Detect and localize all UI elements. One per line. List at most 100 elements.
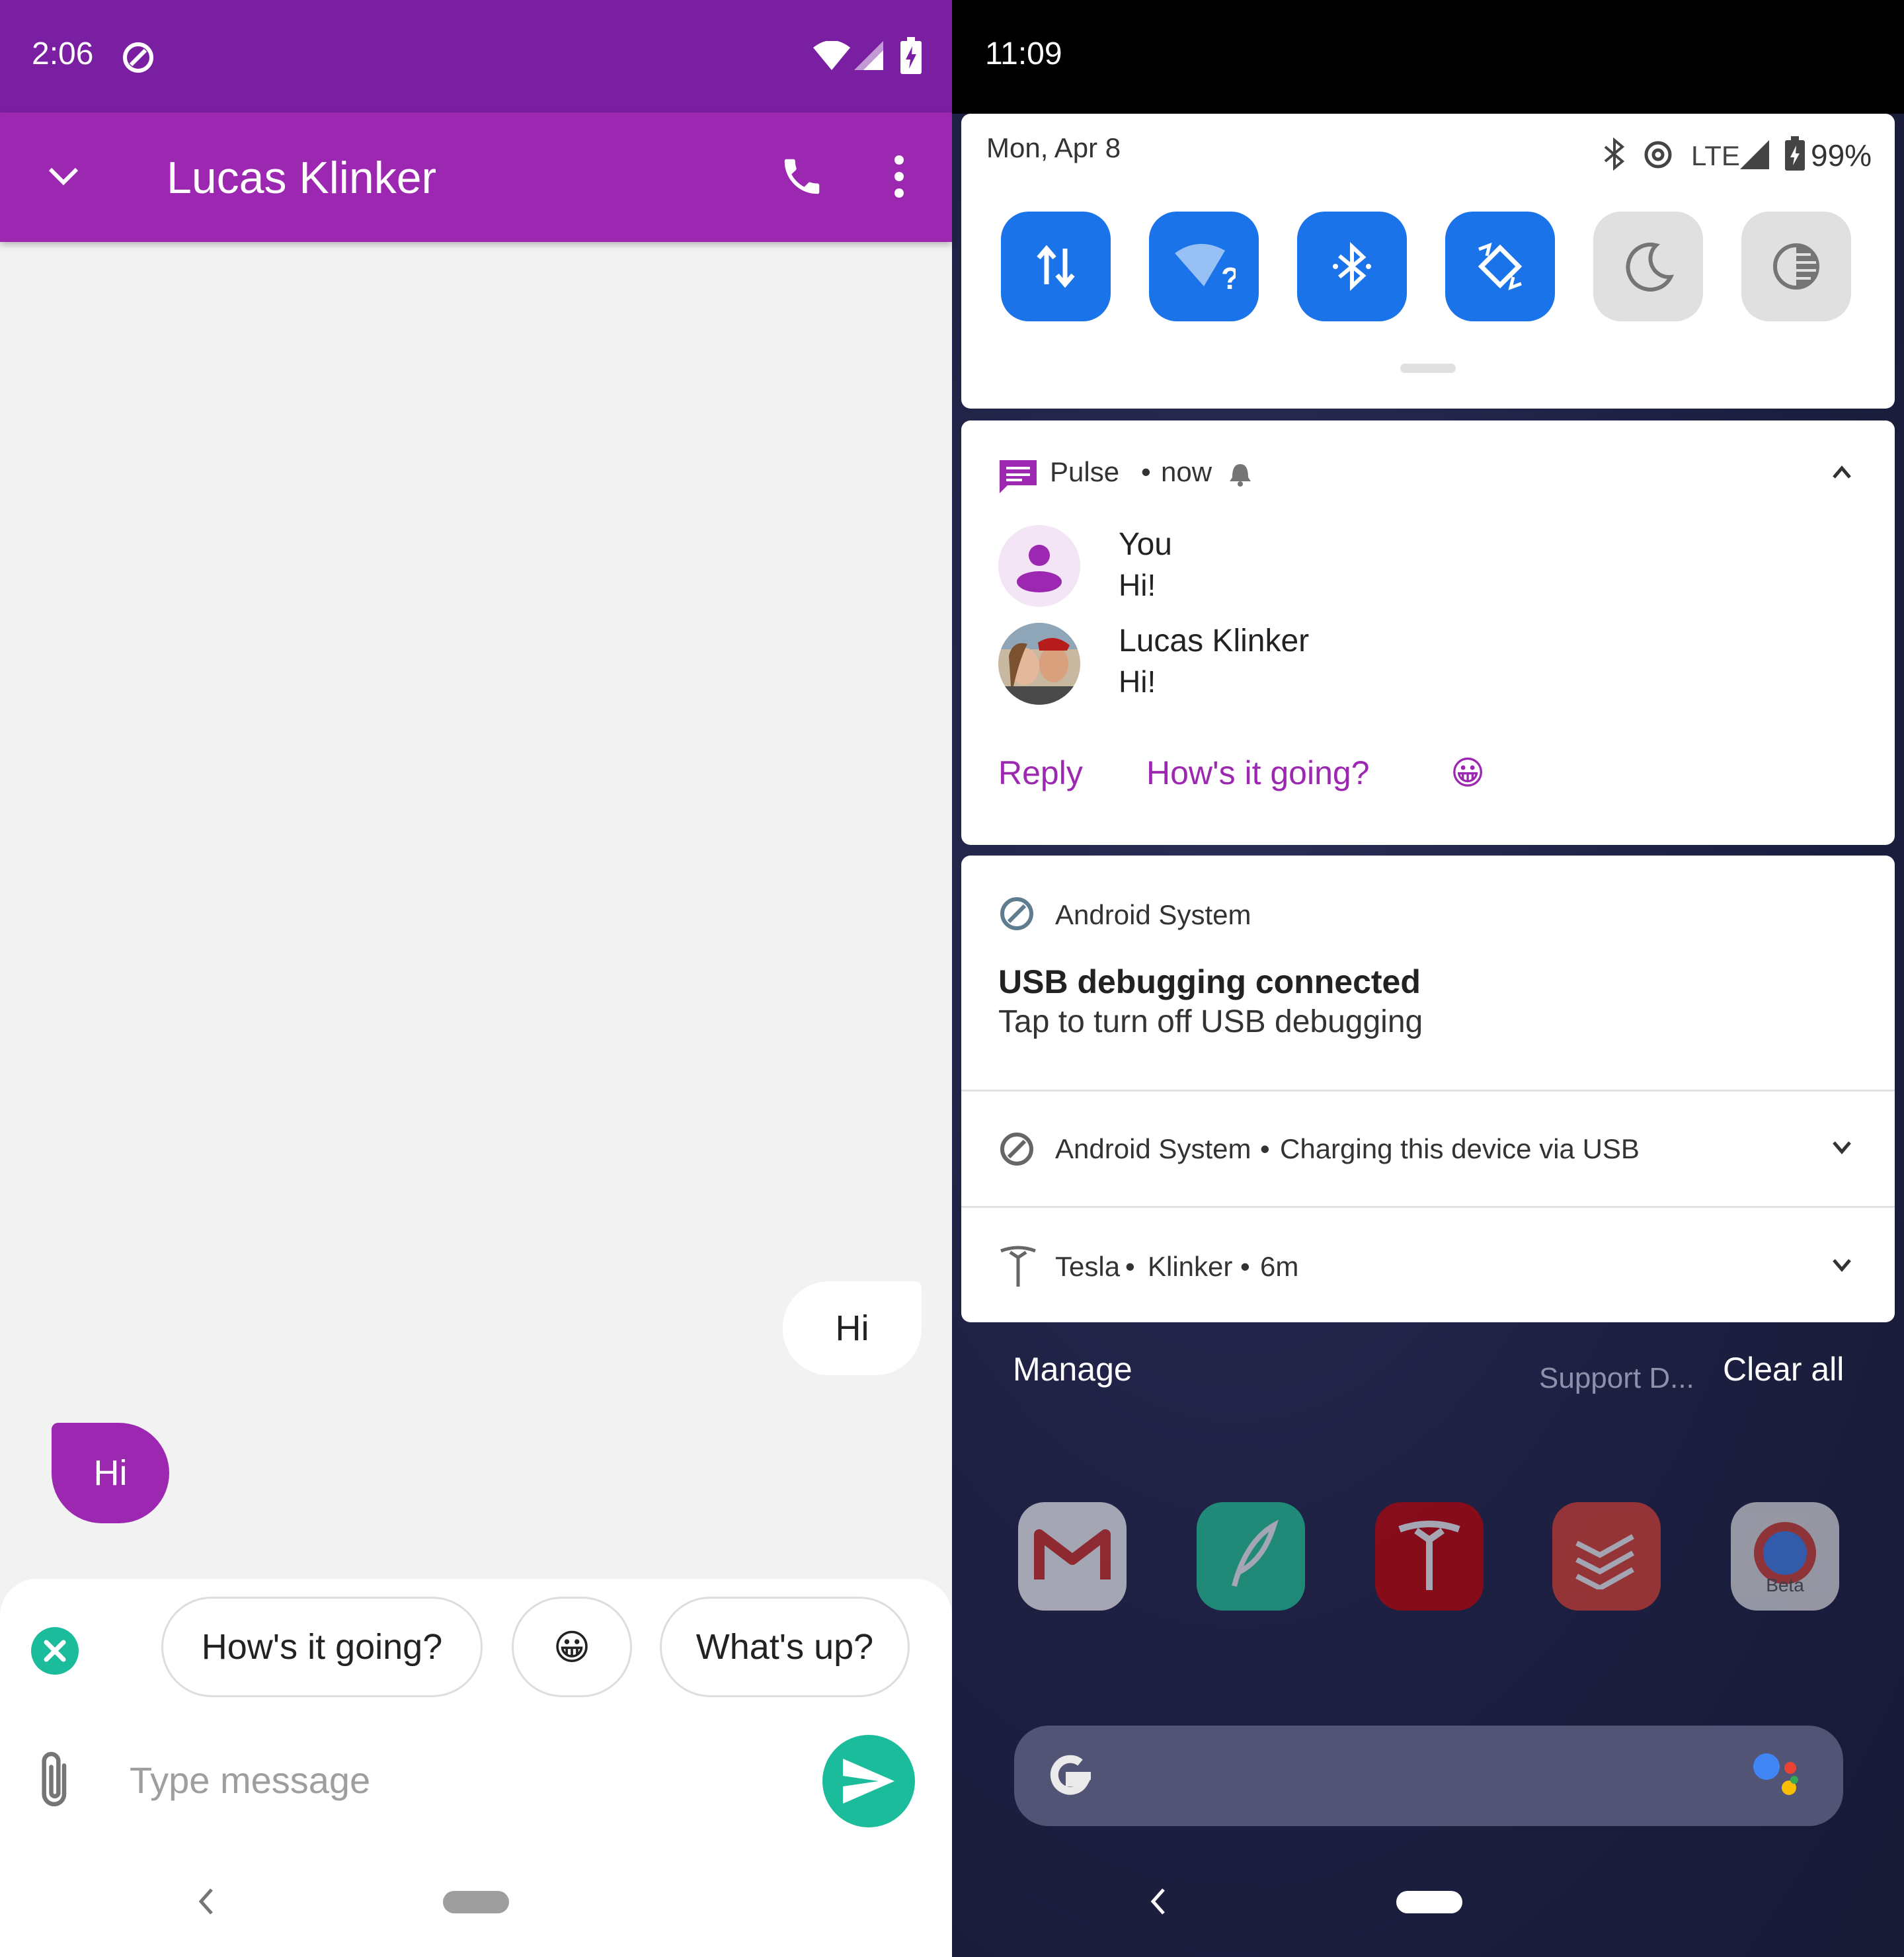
contact-avatar	[998, 623, 1080, 705]
wifi-icon	[813, 41, 850, 70]
notification-app-name: Pulse	[1050, 456, 1120, 487]
data-saver-icon	[1644, 141, 1672, 169]
quick-settings-panel: Mon, Apr 8 LTE 99% ?	[961, 114, 1895, 409]
incoming-message-bubble[interactable]: Hi	[52, 1423, 169, 1523]
data-transfer-icon	[1037, 245, 1075, 288]
clear-all-button[interactable]: Clear all	[1723, 1350, 1844, 1388]
send-icon	[843, 1759, 894, 1804]
chevron-down-icon[interactable]	[1831, 1258, 1852, 1273]
chip-label: How's it going?	[201, 1627, 443, 1667]
google-g-icon	[1050, 1755, 1091, 1795]
qs-tile-invert-colors[interactable]	[1741, 212, 1851, 321]
qs-expand-handle[interactable]	[1400, 364, 1456, 373]
assistant-icon[interactable]	[1752, 1751, 1805, 1801]
notification-title[interactable]: USB debugging connected	[998, 963, 1421, 1001]
notification-divider	[961, 1206, 1895, 1208]
android-system-icon	[1000, 897, 1033, 930]
notification-time: 6m	[1260, 1251, 1299, 1282]
message-sender: You	[1119, 527, 1172, 562]
message-sender: Lucas Klinker	[1119, 623, 1310, 659]
app-bar: Lucas Klinker	[0, 112, 952, 242]
message-app-icon	[1000, 460, 1037, 493]
dismiss-suggestions-icon[interactable]	[30, 1626, 79, 1675]
cell-signal-icon	[1740, 140, 1769, 169]
chevron-up-icon[interactable]	[1831, 464, 1852, 480]
emoji-reply-action[interactable]: 😀	[1450, 754, 1485, 792]
tesla-app-icon	[1375, 1502, 1484, 1611]
message-text: Hi!	[1119, 664, 1156, 699]
message-input[interactable]: Type message	[130, 1759, 370, 1802]
smart-reply-chip[interactable]: What's up?	[660, 1597, 910, 1697]
notification-divider	[961, 1090, 1895, 1092]
data-saver-icon	[123, 42, 153, 73]
notification-time: now	[1161, 456, 1212, 487]
battery-charging-icon	[1785, 136, 1805, 171]
separator-dot: •	[1240, 1251, 1250, 1282]
qs-tile-auto-rotate[interactable]	[1445, 212, 1555, 321]
pulse-notification[interactable]: Pulse • now You Hi! Lucas Klinker Hi! Re…	[961, 420, 1895, 845]
robinhood-icon	[1197, 1502, 1305, 1611]
qs-tile-wifi[interactable]: ?	[1149, 212, 1259, 321]
cell-signal-icon	[854, 41, 883, 70]
notification-text[interactable]: Klinker	[1148, 1251, 1232, 1283]
chrome-beta-label: Beta	[1766, 1575, 1804, 1593]
qs-tile-mobile-data[interactable]	[1001, 212, 1111, 321]
google-search-bar[interactable]	[1014, 1726, 1843, 1826]
smart-reply-emoji-chip[interactable]: 😀	[512, 1597, 632, 1697]
alerted-bell-icon	[1230, 464, 1251, 487]
notification-app-name: Android System	[1055, 1133, 1251, 1164]
nav-home-pill[interactable]	[443, 1891, 509, 1913]
notification-app-name: Android System	[1055, 899, 1251, 930]
chip-label: 😀	[553, 1627, 591, 1667]
nav-home-pill[interactable]	[1396, 1891, 1462, 1913]
chip-label: What's up?	[695, 1627, 874, 1667]
wifi-question-icon: ?	[1175, 243, 1236, 293]
moon-icon	[1626, 242, 1675, 292]
notification-text[interactable]: Charging this device via USB	[1280, 1133, 1640, 1165]
notification-text[interactable]: Tap to turn off USB debugging	[998, 1004, 1423, 1040]
chevron-down-icon[interactable]	[46, 164, 81, 190]
battery-percent: 99%	[1811, 138, 1872, 173]
qs-date: Mon, Apr 8	[986, 132, 1121, 163]
nav-back-icon[interactable]	[196, 1887, 216, 1916]
chrome-beta-icon: Beta	[1731, 1502, 1839, 1611]
tesla-logo-icon	[1000, 1246, 1036, 1287]
status-time: 11:09	[985, 36, 1062, 71]
phone-icon[interactable]	[779, 153, 825, 200]
message-text: Hi	[835, 1308, 869, 1348]
attach-icon[interactable]	[38, 1748, 73, 1812]
notification-shade: 11:09 Support D... Beta Mon, Apr 8 LTE 9…	[952, 0, 1904, 1957]
background-app-label: Support D...	[1539, 1362, 1694, 1394]
gmail-icon	[1018, 1502, 1127, 1611]
separator-dot: •	[1125, 1251, 1135, 1282]
reply-action[interactable]: Reply	[998, 754, 1083, 792]
bluetooth-icon	[1333, 242, 1371, 291]
send-button[interactable]	[822, 1735, 915, 1827]
more-options-icon[interactable]	[891, 153, 907, 200]
conversation-screen: 2:06 Lucas Klinker Hi Hi How's it going?…	[0, 0, 952, 1957]
todoist-beta-icon	[1552, 1502, 1661, 1611]
chevron-down-icon[interactable]	[1831, 1140, 1852, 1156]
message-text: Hi!	[1119, 568, 1156, 602]
conversation-title: Lucas Klinker	[167, 153, 437, 203]
qs-tile-night-light[interactable]	[1593, 212, 1703, 321]
smart-reply-chip[interactable]: How's it going?	[161, 1597, 483, 1697]
battery-charging-icon	[900, 37, 922, 74]
qs-tile-bluetooth[interactable]	[1297, 212, 1407, 321]
status-bar: 11:09	[952, 0, 1904, 114]
separator-dot: •	[1260, 1133, 1270, 1164]
nav-back-icon[interactable]	[1148, 1887, 1168, 1916]
network-type: LTE	[1691, 140, 1740, 171]
outgoing-message-bubble[interactable]: Hi	[783, 1281, 922, 1375]
message-text: Hi	[93, 1453, 128, 1493]
auto-rotate-icon	[1478, 242, 1523, 291]
separator-dot: •	[1141, 456, 1151, 487]
status-time: 2:06	[32, 36, 94, 71]
svg-text:?: ?	[1221, 261, 1236, 293]
status-bar: 2:06	[0, 0, 952, 112]
you-avatar	[998, 525, 1080, 607]
smart-reply-action[interactable]: How's it going?	[1146, 754, 1370, 792]
bluetooth-status-icon	[1604, 138, 1625, 171]
contrast-icon	[1773, 243, 1819, 290]
manage-button[interactable]: Manage	[1013, 1350, 1132, 1388]
